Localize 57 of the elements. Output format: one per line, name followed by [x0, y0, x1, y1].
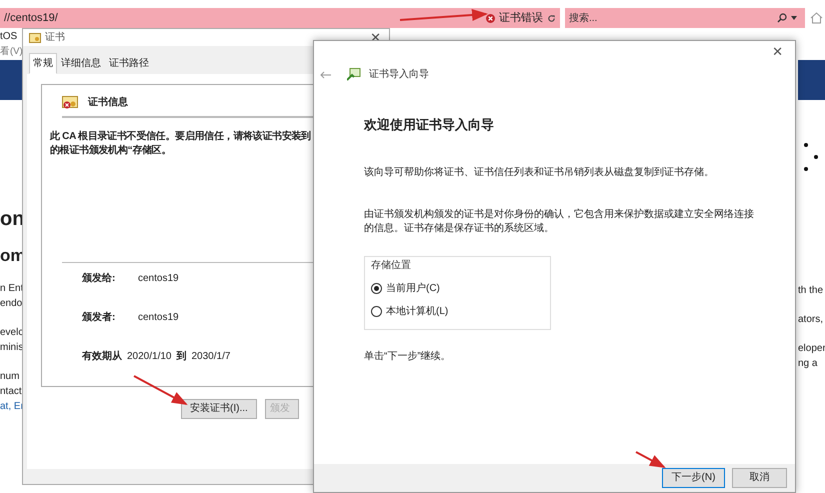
field-value: 2020/1/10 [127, 350, 172, 364]
field-label: 有效期从 [82, 350, 122, 364]
page-text: ntact [0, 385, 23, 399]
address-bar[interactable]: //centos19/ 证书错误 [0, 8, 560, 28]
certificate-wizard-icon [347, 68, 361, 81]
radio-label[interactable]: 本地计算机(L) [386, 304, 448, 318]
paragraph-text: 由证书颁发机构颁发的证书是对你身份的确认，它包含用来保护数据或建立安全网络连接的信息。证书存储是保存证书的系统区域。 [364, 208, 755, 236]
radio-button[interactable] [371, 306, 382, 317]
bullet-icon [804, 167, 808, 171]
untrusted-certificate-icon [62, 96, 78, 110]
error-icon [486, 14, 495, 22]
certificate-error-text[interactable]: 证书错误 [499, 10, 543, 26]
instruction-text: 单击“下一步”继续。 [364, 350, 452, 364]
dropdown-caret-icon[interactable] [791, 16, 797, 20]
page-text: th the [798, 284, 824, 298]
field-value: centos19 [138, 272, 179, 286]
section-title: 证书信息 [88, 96, 128, 110]
field-value: 2030/1/7 [192, 350, 230, 364]
bullet-icon [804, 143, 808, 147]
page-text: num [0, 370, 20, 384]
next-button[interactable]: 下一步(N) [662, 468, 725, 488]
search-field[interactable]: 搜索... [565, 8, 805, 28]
search-icon[interactable] [777, 13, 787, 23]
radio-button[interactable] [371, 283, 382, 294]
field-label: 到 [176, 350, 186, 364]
dialog-tab[interactable]: 详细信息 [57, 53, 105, 74]
browser-tab[interactable]: tOS [0, 29, 18, 44]
warning-text: 的根证书颁发机构“存储区。 [50, 144, 172, 158]
annotation-arrow [134, 375, 188, 405]
url-text: //centos19/ [4, 10, 58, 26]
window-title: 证书导入向导 [369, 68, 429, 82]
cancel-button[interactable]: 取消 [732, 468, 787, 488]
warning-text: 此 CA 根目录证书不受信任。要启用信任，请将该证书安装到 [50, 130, 312, 144]
field-label: 颁发者: [82, 310, 116, 325]
page-banner [0, 60, 24, 100]
dialog-tab[interactable]: 常规 [29, 53, 57, 74]
bullet-icon [814, 155, 818, 159]
refresh-icon[interactable] [547, 14, 556, 22]
dialog-button[interactable]: 安装证书(I)... [181, 399, 257, 419]
dialog-tab[interactable]: 证书路径 [105, 53, 153, 74]
page-text: ators, [798, 313, 824, 327]
radio-label[interactable]: 当前用户(C) [386, 282, 440, 296]
page-banner [798, 60, 825, 100]
close-button[interactable]: ✕ [770, 45, 785, 58]
page-text: endo [0, 297, 24, 311]
certificate-icon [29, 32, 41, 42]
home-icon[interactable] [810, 12, 823, 24]
paragraph-text: 该向导可帮助你将证书、证书信任列表和证书吊销列表从磁盘复制到证书存储。 [364, 166, 715, 180]
wizard-heading: 欢迎使用证书导入向导 [364, 118, 495, 132]
page-text: ng a [798, 357, 818, 371]
page-text: evelc [0, 326, 24, 340]
field-label: 颁发给: [82, 272, 116, 286]
window-title: 证书 [45, 30, 65, 45]
field-value: centos19 [138, 311, 179, 325]
menu-item[interactable]: 看(V) [0, 45, 23, 60]
annotation-arrow [636, 451, 666, 468]
back-arrow-icon[interactable] [320, 70, 331, 78]
